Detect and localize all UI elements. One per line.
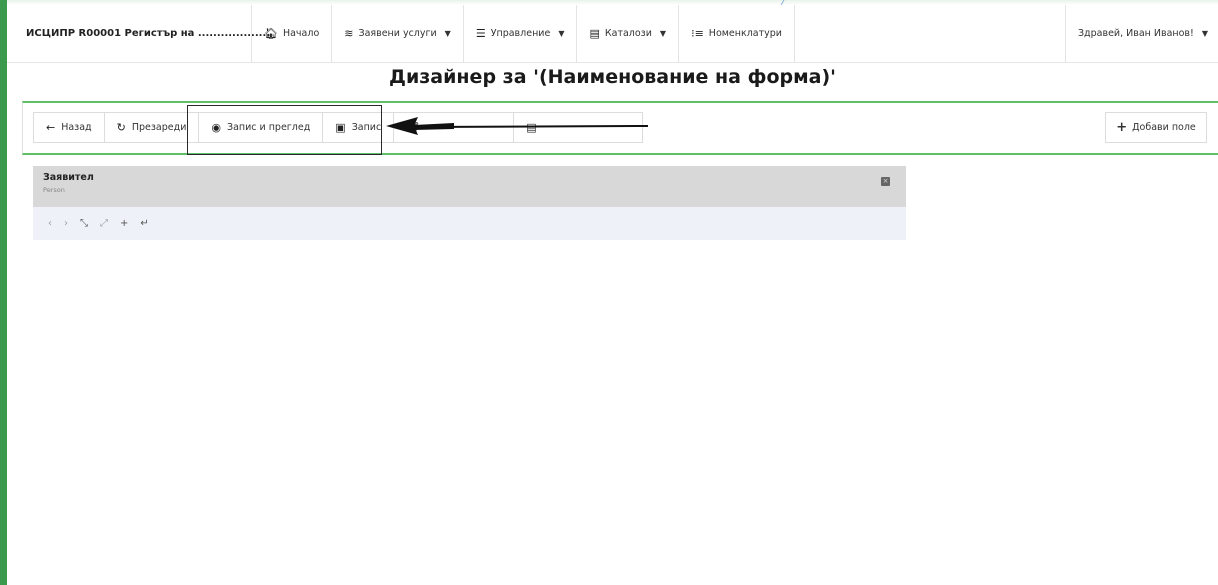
user-greeting: Здравей, Иван Иванов! bbox=[1077, 28, 1194, 39]
nav-catalogs-label: Каталози bbox=[604, 28, 652, 39]
nav-home[interactable]: 🏠︎ Начало bbox=[252, 4, 333, 63]
list-icon: ⁝≡ bbox=[691, 27, 704, 40]
save-and-preview-button[interactable]: ◉ Запис и преглед bbox=[198, 112, 323, 143]
chevron-right-icon[interactable]: › bbox=[64, 218, 68, 229]
navbar: ИСЦИПР R00001 Регистър на ..............… bbox=[7, 4, 1218, 63]
nav-home-label: Начало bbox=[282, 28, 320, 39]
return-icon[interactable]: ↵ bbox=[140, 218, 148, 229]
nav-management[interactable]: ☰ Управление ▼ bbox=[464, 4, 578, 63]
caret-down-icon: ▼ bbox=[558, 29, 565, 38]
table-icon: ▤ bbox=[589, 27, 600, 40]
save-button[interactable]: ▣ Запис bbox=[322, 112, 394, 143]
back-button[interactable]: ← Назад bbox=[33, 112, 104, 143]
brand-title: ИСЦИПР R00001 Регистър на ..............… bbox=[26, 28, 271, 39]
reload-button[interactable]: ↻ Презареди bbox=[103, 112, 199, 143]
chevron-left-icon[interactable]: ‹ bbox=[48, 218, 52, 229]
user-menu[interactable]: Здравей, Иван Иванов! ▼ bbox=[1064, 4, 1218, 63]
add-field-button[interactable]: + Добави поле bbox=[1105, 112, 1207, 143]
plus-icon[interactable]: + bbox=[120, 218, 128, 229]
refresh-icon: ↻ bbox=[116, 121, 126, 134]
panel-header[interactable]: Заявител Person × bbox=[33, 166, 906, 207]
home-icon: 🏠︎ bbox=[264, 27, 278, 40]
caret-down-icon: ▼ bbox=[659, 29, 667, 38]
nav-requested-services[interactable]: ≋ Заявени услуги ▼ bbox=[332, 4, 464, 63]
layers-icon: ≋ bbox=[344, 27, 354, 40]
caret-down-icon: ▼ bbox=[444, 29, 451, 38]
eye-icon: ◉ bbox=[211, 121, 221, 134]
brand[interactable]: ИСЦИПР R00001 Регистър на ..............… bbox=[7, 4, 270, 63]
nav-nomenclatures[interactable]: ⁝≡ Номенклатури bbox=[679, 4, 795, 63]
annotation-arrow-icon bbox=[386, 117, 649, 135]
sliders-icon: ☰ bbox=[475, 27, 486, 40]
save-and-preview-label: Запис и преглед bbox=[226, 122, 311, 133]
panel-body: ‹ › ⤡ ⤢ + ↵ bbox=[33, 207, 906, 240]
nav-nomenclatures-label: Номенклатури bbox=[708, 28, 782, 39]
panel-title: Заявител bbox=[43, 172, 94, 183]
section-panel: Заявител Person × ‹ › ⤡ ⤢ + ↵ bbox=[33, 166, 906, 240]
floppy-disk-icon: ▣ bbox=[335, 121, 346, 134]
add-field-label: Добави поле bbox=[1132, 122, 1196, 133]
save-button-label: Запис bbox=[351, 122, 382, 133]
close-icon[interactable]: × bbox=[881, 177, 890, 186]
caret-down-icon: ▼ bbox=[1201, 29, 1208, 38]
back-button-label: Назад bbox=[61, 122, 92, 133]
collapse-icon[interactable]: ⤡ bbox=[80, 218, 88, 229]
nav-management-label: Управление bbox=[490, 28, 551, 39]
plus-icon: + bbox=[1116, 120, 1128, 135]
frame-left bbox=[0, 0, 7, 585]
nav-catalogs[interactable]: ▤ Каталози ▼ bbox=[577, 4, 680, 63]
arrow-left-icon: ← bbox=[46, 121, 56, 134]
expand-icon[interactable]: ⤢ bbox=[100, 218, 108, 229]
nav-requested-services-label: Заявени услуги bbox=[358, 28, 437, 39]
reload-button-label: Презареди bbox=[131, 122, 187, 133]
panel-subtitle: Person bbox=[43, 186, 65, 194]
page-title: Дизайнер за '(Наименование на форма)' bbox=[389, 66, 836, 88]
